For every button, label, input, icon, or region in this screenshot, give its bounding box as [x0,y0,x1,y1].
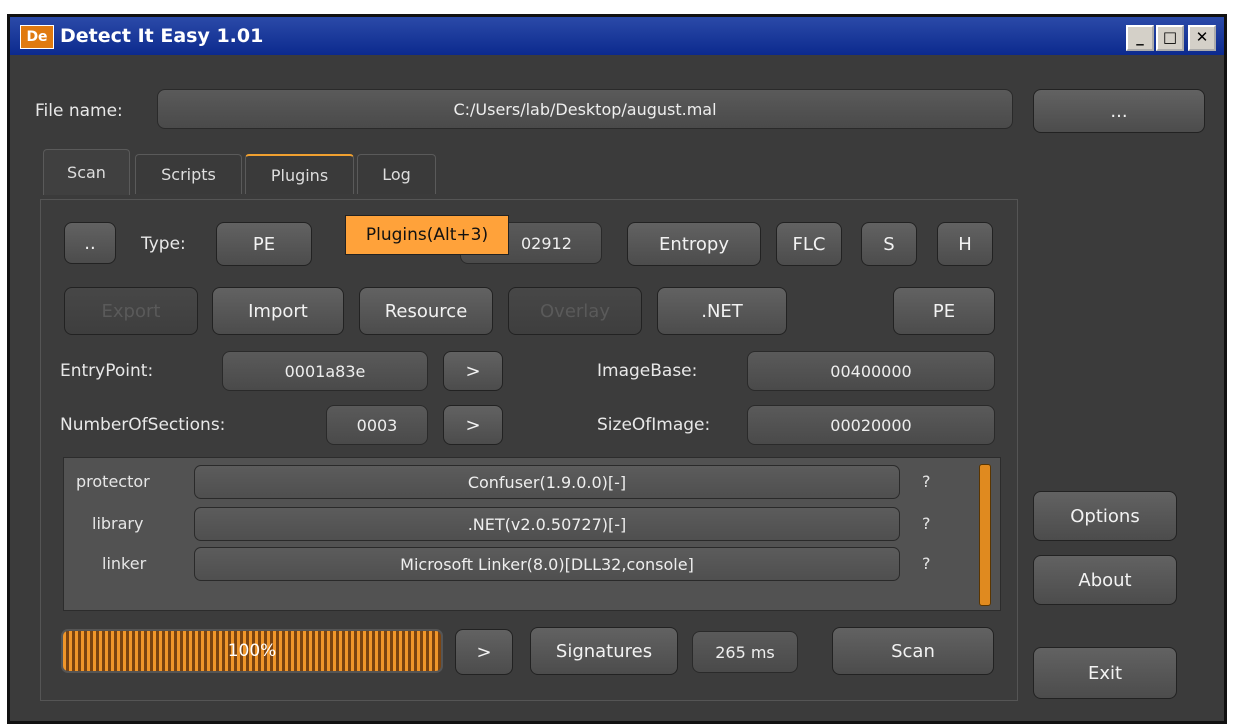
net-button[interactable]: .NET [657,287,787,335]
result-type-linker: linker [102,554,147,573]
sections-field[interactable]: 0003 [326,405,428,445]
maximize-button[interactable]: □ [1156,25,1184,51]
import-button[interactable]: Import [212,287,344,335]
result-type-library: library [92,514,144,533]
h-button[interactable]: H [937,222,993,266]
result-value-linker[interactable]: Microsoft Linker(8.0)[DLL32,console] [194,547,900,581]
main-window: De Detect It Easy 1.01 _ □ ✕ File name: … [7,14,1227,724]
result-info-linker[interactable]: ? [922,554,931,573]
entrypoint-label: EntryPoint: [60,361,154,381]
browse-button[interactable]: ... [1033,89,1205,133]
sections-label: NumberOfSections: [60,415,226,435]
plugins-tooltip: Plugins(Alt+3) [345,215,509,255]
scan-button[interactable]: Scan [832,627,994,675]
window-title: Detect It Easy 1.01 [60,25,264,47]
about-button[interactable]: About [1033,555,1177,605]
export-button[interactable]: Export [64,287,198,335]
up-button[interactable]: .. [64,222,116,264]
imagebase-label: ImageBase: [597,361,698,381]
result-value-library[interactable]: .NET(v2.0.50727)[-] [194,507,900,541]
entropy-button[interactable]: Entropy [627,222,761,266]
entrypoint-field[interactable]: 0001a83e [222,351,428,391]
pe-button[interactable]: PE [893,287,995,335]
scan-panel [40,199,1018,701]
flc-button[interactable]: FLC [776,222,842,266]
result-value-protector[interactable]: Confuser(1.9.0.0)[-] [194,465,900,499]
title-bar[interactable]: De Detect It Easy 1.01 _ □ ✕ [10,17,1224,55]
progress-bar: 100% [61,629,443,673]
type-select[interactable]: PE [216,222,312,266]
options-button[interactable]: Options [1033,491,1177,541]
results-scrollbar[interactable] [979,464,991,606]
progress-go-button[interactable]: > [455,629,513,675]
overlay-button[interactable]: Overlay [508,287,642,335]
file-name-label: File name: [35,101,123,121]
close-button[interactable]: ✕ [1188,25,1216,51]
entrypoint-go-button[interactable]: > [443,351,503,391]
tab-scripts[interactable]: Scripts [135,154,242,194]
signatures-button[interactable]: Signatures [530,627,678,675]
tab-scan[interactable]: Scan [43,149,130,195]
app-icon: De [20,25,54,49]
type-label: Type: [141,234,186,254]
sections-go-button[interactable]: > [443,405,503,445]
sizeofimage-field[interactable]: 00020000 [747,405,995,445]
result-info-library[interactable]: ? [922,514,931,533]
resource-button[interactable]: Resource [359,287,493,335]
exit-button[interactable]: Exit [1033,647,1177,699]
minimize-button[interactable]: _ [1126,25,1154,51]
result-type-protector: protector [76,472,150,491]
s-button[interactable]: S [861,222,917,266]
tab-plugins[interactable]: Plugins [245,154,354,194]
imagebase-field[interactable]: 00400000 [747,351,995,391]
sizeofimage-label: SizeOfImage: [597,415,711,435]
result-info-protector[interactable]: ? [922,472,931,491]
tab-log[interactable]: Log [357,154,436,194]
results-list: protector Confuser(1.9.0.0)[-] ? library… [63,457,1001,611]
file-path-field[interactable]: C:/Users/lab/Desktop/august.mal [157,89,1013,129]
scan-time-field: 265 ms [692,631,798,673]
